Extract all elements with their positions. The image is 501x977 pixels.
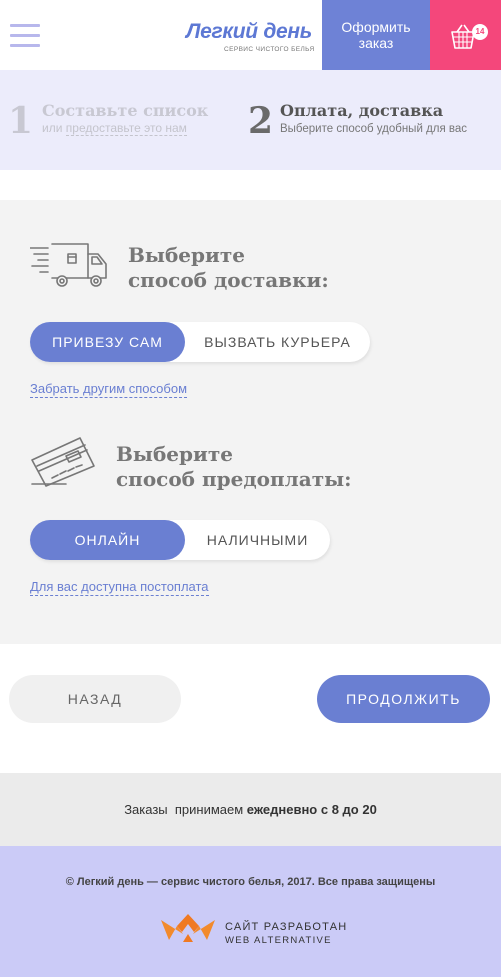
logo-title: Легкий день	[186, 20, 312, 43]
page: Легкий день СЕРВИС ЧИСТОГО БЕЛЬЯ Оформит…	[0, 0, 501, 977]
payment-section-title: Выберите способ предоплаты:	[116, 442, 352, 492]
delivery-title-line2: способ доставки:	[128, 268, 329, 292]
payment-method-toggle: ОНЛАЙН НАЛИЧНЫМИ	[30, 520, 330, 560]
hours-bold: ежедневно с 8 до 20	[246, 802, 377, 817]
other-pickup-link[interactable]: Забрать другим способом	[30, 381, 188, 398]
options-panel: Выберите способ доставки: ПРИВЕЗУ САМ ВЫ…	[0, 200, 501, 644]
developer-credit-line1: САЙТ РАЗРАБОТАН	[225, 921, 348, 933]
step-2-title: Оплата, доставка	[280, 101, 444, 120]
continue-button[interactable]: ПРОДОЛЖИТЬ	[317, 675, 490, 723]
payment-option-cash[interactable]: НАЛИЧНЫМИ	[185, 520, 330, 560]
cart-count-badge: 14	[472, 24, 488, 40]
step-1-subtitle: или предоставьте это нам	[42, 121, 187, 136]
logo[interactable]: Легкий день СЕРВИС ЧИСТОГО БЕЛЬЯ	[186, 20, 314, 60]
logo-subtitle: СЕРВИС ЧИСТОГО БЕЛЬЯ	[224, 46, 315, 53]
order-button-label: Оформить заказ	[341, 19, 411, 51]
order-steps: 1 Составьте список или предоставьте это …	[0, 70, 501, 170]
step-2-number: 2	[248, 100, 274, 142]
header: Легкий день СЕРВИС ЧИСТОГО БЕЛЬЯ Оформит…	[0, 0, 501, 70]
working-hours: Заказы принимаем ежедневно с 8 до 20	[0, 773, 501, 846]
delivery-section-title: Выберите способ доставки:	[128, 243, 329, 293]
payment-option-online[interactable]: ОНЛАЙН	[30, 520, 185, 560]
delivery-title-line1: Выберите	[128, 243, 245, 267]
delivery-option-self[interactable]: ПРИВЕЗУ САМ	[30, 322, 185, 362]
order-button[interactable]: Оформить заказ	[322, 0, 430, 70]
credit-card-icon	[31, 437, 95, 487]
postpay-link[interactable]: Для вас доступна постоплата	[30, 579, 209, 596]
step-1-sub-prefix: или	[42, 121, 63, 135]
menu-icon[interactable]	[10, 24, 40, 48]
back-button[interactable]: НАЗАД	[9, 675, 181, 723]
footer: © Легкий день — сервис чистого белья, 20…	[0, 846, 501, 977]
delivery-truck-icon	[30, 243, 107, 287]
step-1-number: 1	[8, 100, 34, 142]
hours-prefix: Заказы принимаем	[124, 802, 244, 817]
developer-credit-line2: WEB ALTERNATIVE	[225, 935, 332, 946]
developer-credit[interactable]: САЙТ РАЗРАБОТАН WEB ALTERNATIVE	[225, 920, 347, 948]
copyright: © Легкий день — сервис чистого белья, 20…	[65, 876, 436, 888]
cart-button[interactable]: 14	[430, 0, 501, 70]
delivery-method-toggle: ПРИВЕЗУ САМ ВЫЗВАТЬ КУРЬЕРА	[30, 322, 370, 362]
delegate-link[interactable]: предоставьте это нам	[65, 121, 187, 136]
payment-title-line2: способ предоплаты:	[116, 467, 352, 491]
payment-title-line1: Выберите	[116, 442, 233, 466]
step-1-title: Составьте список	[42, 101, 209, 120]
delivery-option-courier[interactable]: ВЫЗВАТЬ КУРЬЕРА	[185, 322, 370, 362]
web-alternative-logo-icon[interactable]	[159, 912, 217, 944]
step-2-subtitle: Выберите способ удобный для вас	[280, 123, 468, 135]
